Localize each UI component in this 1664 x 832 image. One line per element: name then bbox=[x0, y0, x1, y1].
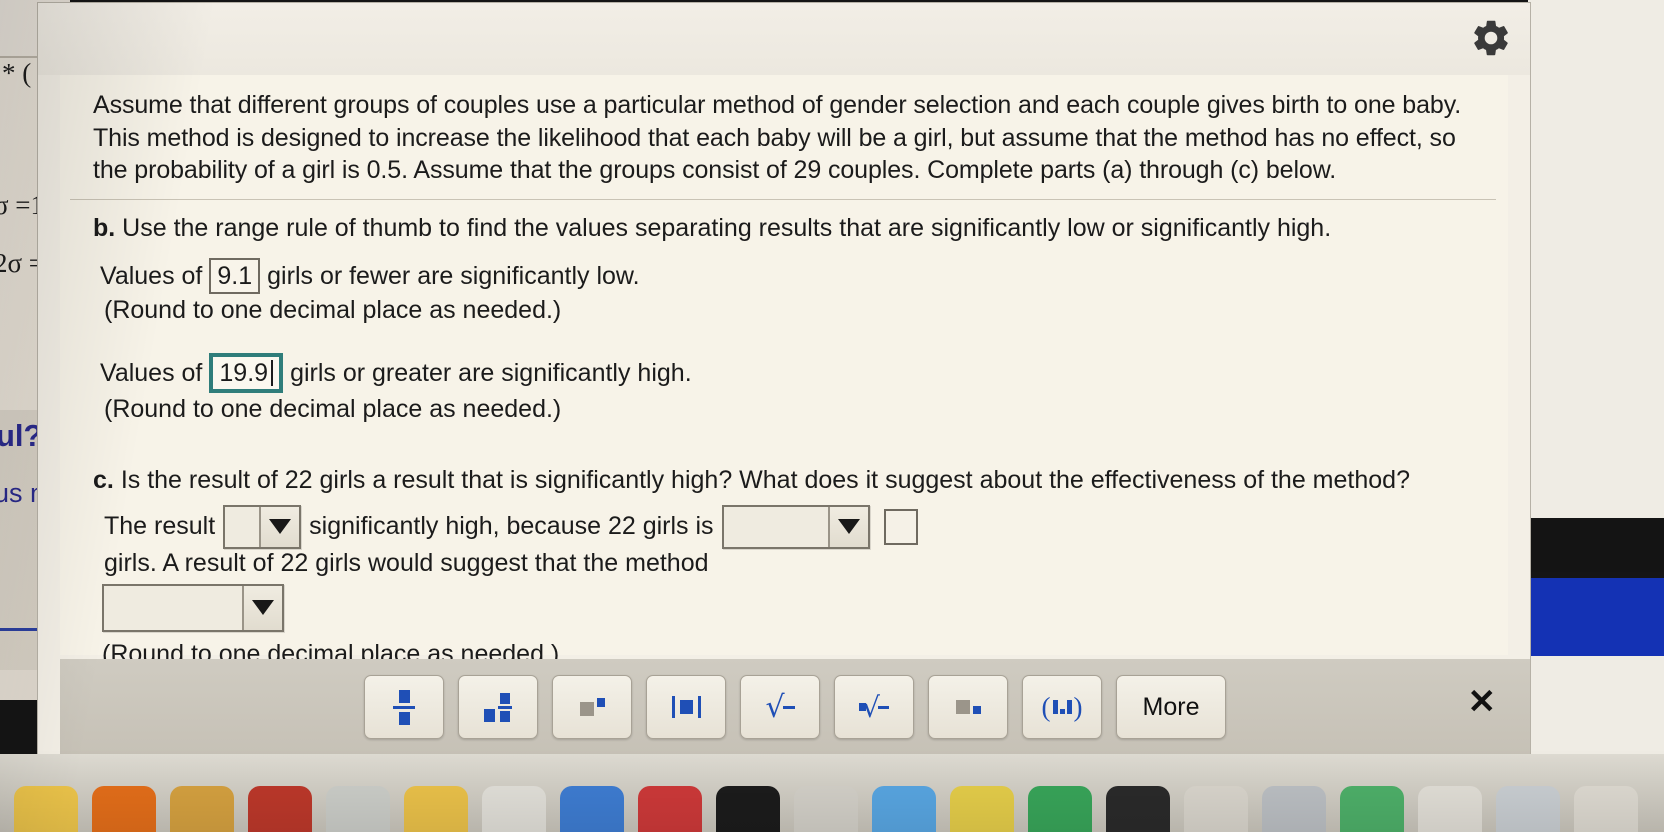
chevron-down-icon bbox=[259, 506, 300, 547]
background-fragment-0: * ( bbox=[2, 58, 32, 88]
high-suffix-label: girls or greater are significantly high. bbox=[290, 358, 692, 387]
chevron-down-icon bbox=[242, 585, 282, 630]
background-right-upper bbox=[1528, 0, 1664, 518]
part-c-label: c. bbox=[93, 466, 114, 494]
os-dock bbox=[0, 754, 1664, 832]
dock-icon-18[interactable] bbox=[1340, 786, 1404, 832]
significantly-high-input[interactable]: 19.9 bbox=[209, 353, 284, 393]
dock-icon-14[interactable] bbox=[1028, 786, 1092, 832]
dock-icon-12[interactable] bbox=[872, 786, 936, 832]
part-b-text: Use the range rule of thumb to find the … bbox=[122, 213, 1332, 242]
gear-icon[interactable] bbox=[1468, 15, 1514, 61]
dock-icon-19[interactable] bbox=[1418, 786, 1482, 832]
chevron-down-icon bbox=[827, 506, 868, 547]
nth-root-button[interactable]: √ bbox=[834, 675, 914, 739]
dock-icon-5[interactable] bbox=[326, 786, 390, 832]
significantly-high-value: 19.9 bbox=[219, 358, 269, 387]
dock-icon-13[interactable] bbox=[950, 786, 1014, 832]
part-b-high-note: (Round to one decimal place as needed.) bbox=[104, 395, 562, 423]
interval-button[interactable]: ( ) bbox=[1022, 675, 1102, 739]
square-root-button[interactable]: √ bbox=[740, 675, 820, 739]
part-c-answer-row: The result significantly high, because 2… bbox=[60, 504, 1508, 578]
effectiveness-value bbox=[104, 586, 242, 630]
exponent-icon bbox=[579, 698, 605, 716]
exponent-button[interactable] bbox=[552, 675, 632, 739]
more-button[interactable]: More bbox=[1116, 675, 1226, 739]
subscript-button[interactable] bbox=[928, 675, 1008, 739]
part-b-high-row: Values of 19.9 girls or greater are sign… bbox=[60, 353, 1508, 393]
low-suffix-label: girls or fewer are significantly low. bbox=[267, 261, 640, 290]
part-c-prompt: c. Is the result of 22 girls a result th… bbox=[60, 452, 1508, 497]
dock-icon-17[interactable] bbox=[1262, 786, 1326, 832]
screen-root: * ( σ =1 2σ = ul? us ma Assume that diff… bbox=[0, 0, 1664, 832]
dock-icon-strip bbox=[0, 754, 1664, 832]
dock-icon-3[interactable] bbox=[170, 786, 234, 832]
absolute-value-button[interactable] bbox=[646, 675, 726, 739]
part-c-second-row bbox=[60, 578, 1508, 632]
dock-icon-11[interactable] bbox=[794, 786, 858, 832]
comparison-dropdown[interactable] bbox=[721, 504, 870, 549]
high-prefix-label: Values of bbox=[100, 358, 203, 387]
subscript-icon bbox=[955, 700, 981, 714]
dock-icon-16[interactable] bbox=[1184, 786, 1248, 832]
result-significance-dropdown[interactable] bbox=[223, 504, 302, 549]
background-right-lower bbox=[1528, 656, 1664, 756]
dock-icon-21[interactable] bbox=[1574, 786, 1638, 832]
dock-icon-8[interactable] bbox=[560, 786, 624, 832]
problem-window: Assume that different groups of couples … bbox=[38, 3, 1530, 755]
background-right-dark-strip bbox=[1528, 520, 1664, 572]
comparison-value bbox=[724, 507, 828, 547]
dock-icon-2[interactable] bbox=[92, 786, 156, 832]
dock-icon-6[interactable] bbox=[404, 786, 468, 832]
result-prefix-label: The result bbox=[104, 512, 216, 540]
mixed-number-icon bbox=[484, 692, 512, 722]
interval-icon: ( ) bbox=[1041, 691, 1083, 722]
dock-icon-10[interactable] bbox=[716, 786, 780, 832]
part-b-low-note: (Round to one decimal place as needed.) bbox=[104, 296, 562, 324]
dock-icon-7[interactable] bbox=[482, 786, 546, 832]
result-significance-value bbox=[225, 507, 259, 547]
text-caret bbox=[271, 360, 274, 386]
close-palette-button[interactable]: ✕ bbox=[1468, 685, 1497, 719]
part-b-label: b. bbox=[93, 213, 116, 242]
problem-stem: Assume that different groups of couples … bbox=[93, 91, 1462, 184]
absolute-value-icon bbox=[671, 696, 701, 718]
part-c-text: Is the result of 22 girls a result that … bbox=[120, 466, 1410, 494]
result-middle-label: significantly high, because 22 girls is bbox=[309, 512, 714, 540]
nth-root-icon: √ bbox=[859, 691, 889, 724]
problem-content: Assume that different groups of couples … bbox=[60, 75, 1508, 668]
low-prefix-label: Values of bbox=[100, 261, 203, 290]
dock-icon-1[interactable] bbox=[14, 786, 78, 832]
fraction-icon bbox=[393, 689, 415, 725]
threshold-value-input[interactable] bbox=[883, 508, 918, 545]
dock-icon-15[interactable] bbox=[1106, 786, 1170, 832]
effectiveness-dropdown[interactable] bbox=[102, 583, 284, 632]
dock-icon-9[interactable] bbox=[638, 786, 702, 832]
dock-icon-20[interactable] bbox=[1496, 786, 1560, 832]
significantly-low-input[interactable]: 9.1 bbox=[209, 258, 261, 294]
more-button-label: More bbox=[1142, 692, 1200, 721]
background-right-blue-strip bbox=[1528, 578, 1664, 656]
dock-icon-4[interactable] bbox=[248, 786, 312, 832]
square-root-icon: √ bbox=[765, 690, 795, 725]
fraction-button[interactable] bbox=[364, 675, 444, 739]
result-tail-label: girls. A result of 22 girls would sugges… bbox=[104, 548, 709, 577]
part-b-prompt: b. Use the range rule of thumb to find t… bbox=[60, 200, 1508, 245]
background-fragment-3: ul? bbox=[0, 418, 43, 453]
part-b-low-row: Values of 9.1 girls or fewer are signifi… bbox=[60, 258, 1508, 294]
window-header bbox=[38, 3, 1530, 75]
mixed-number-button[interactable] bbox=[458, 675, 538, 739]
math-palette-toolbar: √ √ ( ) More bbox=[60, 659, 1530, 755]
